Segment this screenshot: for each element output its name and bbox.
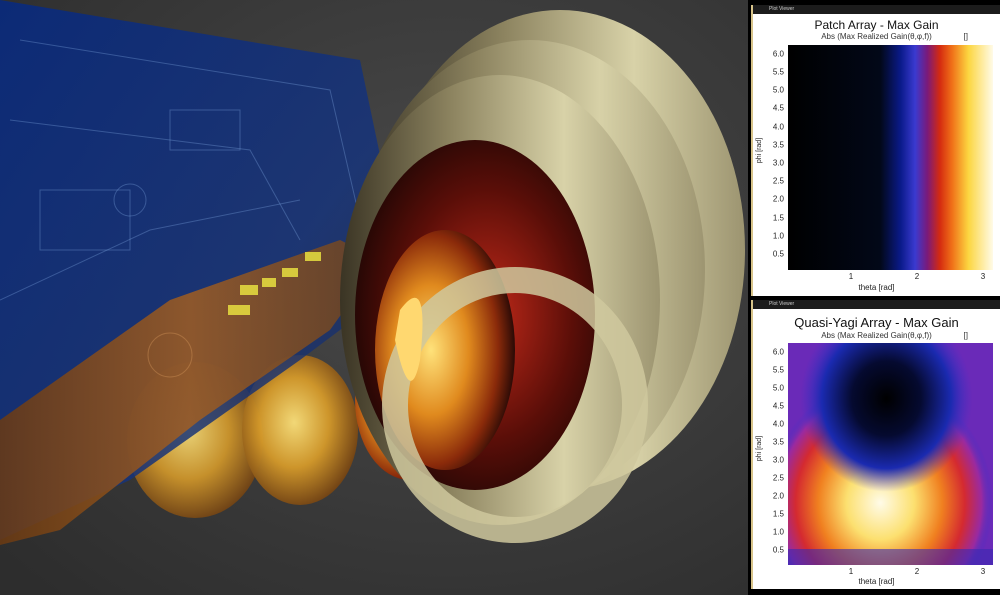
y-tick: 2.5: [772, 473, 784, 483]
x-tick: 3: [980, 272, 986, 281]
x-axis-label: theta [rad]: [858, 577, 895, 586]
heatmap-quasi-yagi-array[interactable]: [788, 343, 993, 565]
3d-viewport[interactable]: [0, 0, 748, 595]
x-axis-label: theta [rad]: [858, 283, 895, 292]
y-tick: 4.0: [772, 419, 784, 429]
x-axis-ticks: 1 2 3: [788, 567, 993, 577]
y-tick: 3.0: [772, 158, 784, 168]
plot-viewer-titlebar[interactable]: Plot Viewer: [753, 300, 1000, 309]
y-tick: 0.5: [772, 545, 784, 555]
y-axis-ticks: 6.0 5.5 5.0 4.5 4.0 3.5 3.0 2.5 2.0 1.5 …: [753, 343, 784, 565]
plot-viewer-quasi-yagi-array[interactable]: Plot Viewer Quasi-Yagi Array - Max Gain …: [751, 300, 1000, 589]
x-tick: 2: [914, 272, 920, 281]
y-tick: 1.5: [772, 213, 784, 223]
x-tick: 2: [914, 567, 920, 576]
plot-viewer-titlebar[interactable]: Plot Viewer: [753, 5, 1000, 14]
plot-subtitle-text: Abs (Max Realized Gain(θ,φ,f)): [821, 331, 932, 340]
y-tick: 4.0: [772, 122, 784, 132]
plot-unit: []: [963, 32, 968, 41]
y-tick: 2.0: [772, 194, 784, 204]
y-tick: 0.5: [772, 249, 784, 259]
y-tick: 1.0: [772, 527, 784, 537]
x-axis-ticks: 1 2 3: [788, 272, 993, 282]
y-tick: 1.0: [772, 231, 784, 241]
x-tick: 1: [848, 567, 854, 576]
y-tick: 5.0: [772, 383, 784, 393]
plot-subtitle: Abs (Max Realized Gain(θ,φ,f)) []: [753, 32, 1000, 41]
y-tick: 5.5: [772, 365, 784, 375]
plot-subtitle: Abs (Max Realized Gain(θ,φ,f)) []: [753, 331, 1000, 340]
y-tick: 6.0: [772, 347, 784, 357]
y-tick: 4.5: [772, 103, 784, 113]
x-tick: 3: [980, 567, 986, 576]
y-tick: 6.0: [772, 49, 784, 59]
y-tick: 5.0: [772, 85, 784, 95]
y-tick: 2.0: [772, 491, 784, 501]
y-tick: 3.0: [772, 455, 784, 465]
y-tick: 5.5: [772, 67, 784, 77]
y-tick: 1.5: [772, 509, 784, 519]
y-tick: 4.5: [772, 401, 784, 411]
y-tick: 3.5: [772, 140, 784, 150]
plot-title: Patch Array - Max Gain: [814, 18, 939, 32]
heatmap-patch-array[interactable]: [788, 45, 993, 270]
y-tick: 3.5: [772, 437, 784, 447]
x-tick: 1: [848, 272, 854, 281]
y-tick: 2.5: [772, 176, 784, 186]
plot-subtitle-text: Abs (Max Realized Gain(θ,φ,f)): [821, 32, 932, 41]
heatmap-cold-region: [788, 343, 993, 565]
heatmap-bottom-band: [788, 549, 993, 565]
heatmap-field: [788, 45, 993, 270]
plot-title: Quasi-Yagi Array - Max Gain: [794, 315, 959, 330]
plot-viewer-patch-array[interactable]: Plot Viewer Patch Array - Max Gain Abs (…: [751, 5, 1000, 296]
y-axis-ticks: 6.0 5.5 5.0 4.5 4.0 3.5 3.0 2.5 2.0 1.5 …: [753, 45, 784, 270]
radiation-pattern-scene: [0, 0, 748, 595]
plot-unit: []: [963, 331, 968, 340]
